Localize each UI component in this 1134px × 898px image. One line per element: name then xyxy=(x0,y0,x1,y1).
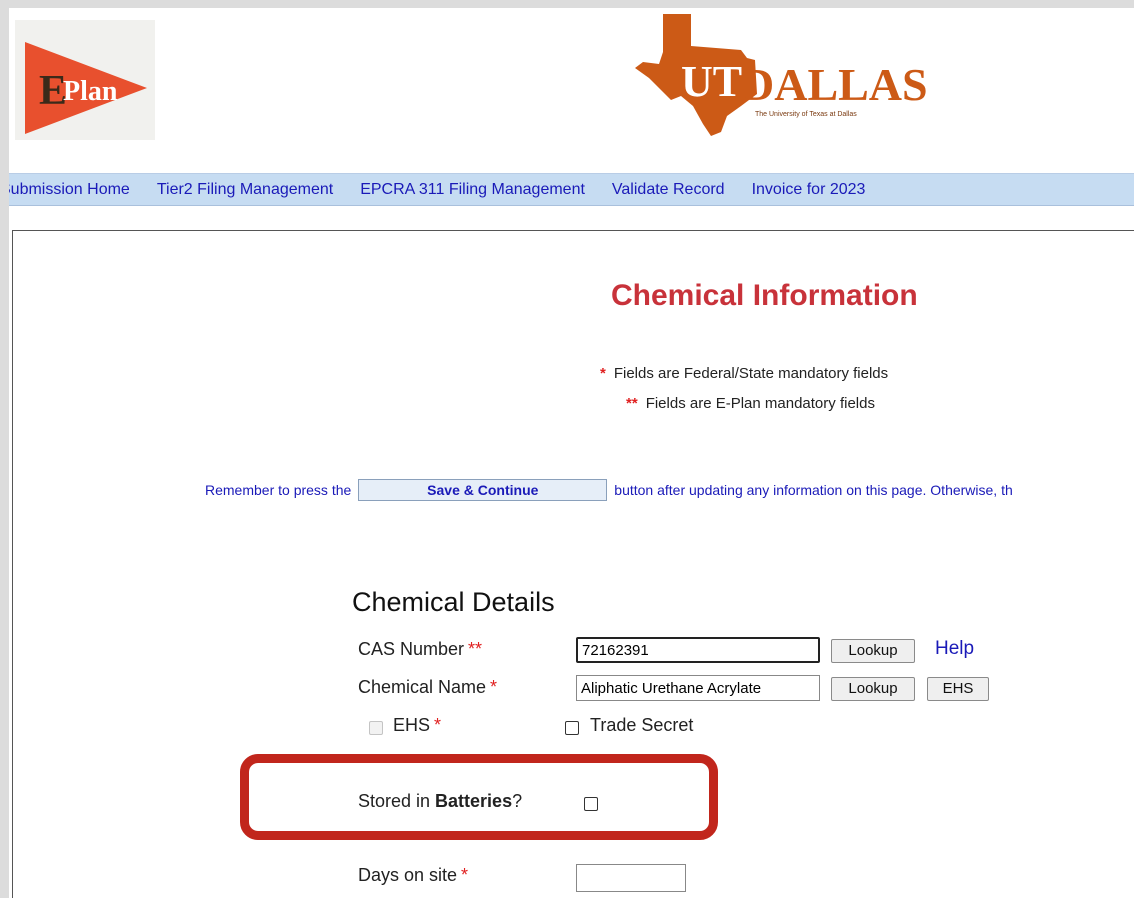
utd-logo-name: DALLAS xyxy=(741,59,928,110)
nav-invoice[interactable]: Invoice for 2023 xyxy=(752,181,878,199)
cas-number-label: CAS Number ** xyxy=(358,639,482,660)
nav-validate-record[interactable]: Validate Record xyxy=(612,181,737,199)
legend-federal: * Fields are Federal/State mandatory fiel… xyxy=(600,365,888,382)
ehs-button[interactable]: EHS xyxy=(927,677,989,701)
days-on-site-label: Days on site * xyxy=(358,865,468,886)
help-link[interactable]: Help xyxy=(935,638,974,660)
eplan-logo[interactable]: E Plan xyxy=(15,20,155,140)
chemical-name-required-marker: * xyxy=(490,677,498,697)
cas-number-input[interactable] xyxy=(576,637,820,663)
main-nav: Submission Home Tier2 Filing Management … xyxy=(9,173,1134,206)
utd-logo[interactable]: UT DALLAS The University of Texas at Dal… xyxy=(629,8,939,140)
eplan-logo-graphic: E Plan xyxy=(25,42,147,134)
save-reminder: Remember to press the Save & Continue bu… xyxy=(205,479,1013,501)
chemical-name-label-text: Chemical Name xyxy=(358,677,487,697)
days-on-site-label-text: Days on site xyxy=(358,865,458,885)
nav-epcra-311-filing-management[interactable]: EPCRA 311 Filing Management xyxy=(360,181,597,199)
ehs-checkbox xyxy=(369,721,383,735)
chemical-details-heading: Chemical Details xyxy=(352,587,555,617)
legend-federal-text: Fields are Federal/State mandatory field… xyxy=(613,365,889,382)
batteries-highlight-box xyxy=(240,754,718,840)
cas-lookup-button[interactable]: Lookup xyxy=(831,639,915,663)
nav-tier2-filing-management[interactable]: Tier2 Filing Management xyxy=(157,181,345,199)
trade-secret-label: Trade Secret xyxy=(590,715,694,735)
legend-eplan-marker: ** xyxy=(626,395,638,412)
utd-logo-graphic: UT DALLAS The University of Texas at Dal… xyxy=(635,14,928,136)
chemical-name-label: Chemical Name * xyxy=(358,677,497,698)
ehs-required-marker: * xyxy=(434,715,442,735)
legend-eplan: ** Fields are E-Plan mandatory fields xyxy=(626,395,875,412)
eplan-logo-word: Plan xyxy=(63,76,118,107)
save-continue-button[interactable]: Save & Continue xyxy=(358,479,608,501)
ehs-label-text: EHS xyxy=(393,715,431,735)
page-title: Chemical Information xyxy=(611,279,918,312)
trade-secret-checkbox[interactable] xyxy=(565,721,579,735)
reminder-prefix: Remember to press the xyxy=(205,482,352,498)
legend-federal-marker: * xyxy=(600,365,606,382)
chemical-name-input[interactable] xyxy=(576,675,820,701)
svg-text:UT: UT xyxy=(681,57,742,106)
cas-required-marker: ** xyxy=(468,639,483,659)
reminder-suffix: button after updating any information on… xyxy=(614,482,1013,498)
cas-number-label-text: CAS Number xyxy=(358,639,465,659)
days-on-site-input[interactable] xyxy=(576,864,686,892)
utd-logo-tagline: The University of Texas at Dallas xyxy=(755,111,857,118)
ehs-label: EHS * xyxy=(393,715,441,736)
nav-submission-home[interactable]: Submission Home xyxy=(9,181,142,199)
legend-eplan-text: Fields are E-Plan mandatory fields xyxy=(645,395,875,412)
chemical-name-lookup-button[interactable]: Lookup xyxy=(831,677,915,701)
days-on-site-required-marker: * xyxy=(461,865,469,885)
